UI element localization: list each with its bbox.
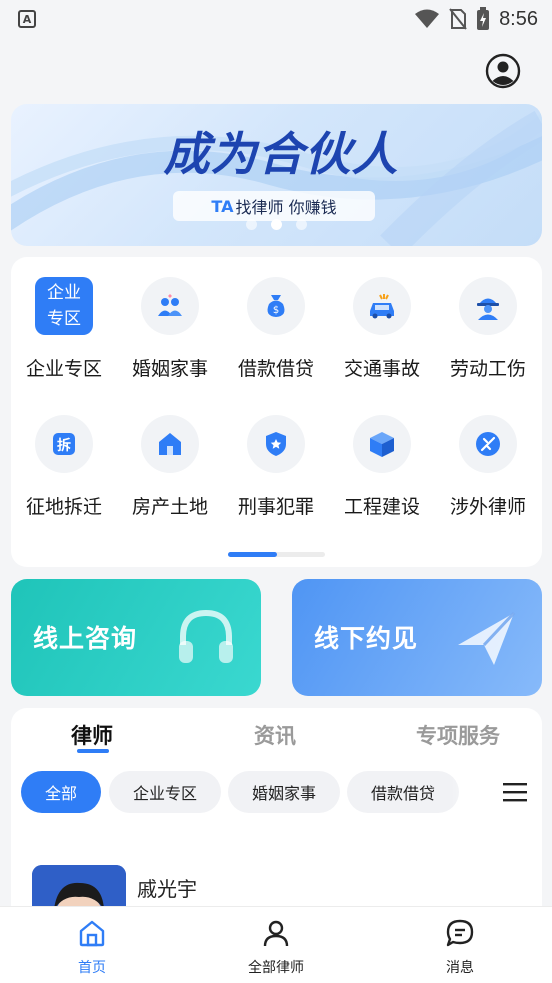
nav-messages[interactable]: 消息	[368, 907, 552, 983]
home-icon	[79, 920, 105, 947]
banner-subtitle-text: 找律师 你赚钱	[235, 198, 337, 217]
menu-icon[interactable]	[501, 778, 529, 806]
enterprise-zone-icon: 企业 专区	[35, 277, 93, 335]
offline-meeting-card[interactable]: 线下约见	[292, 579, 542, 696]
category-enterprise-zone[interactable]: 企业 专区 企业专区	[11, 257, 117, 380]
tab-news[interactable]: 资讯	[254, 720, 296, 750]
user-profile-icon[interactable]	[485, 53, 521, 89]
globe-plane-icon	[459, 415, 517, 473]
tab-special-services[interactable]: 专项服务	[416, 720, 500, 750]
person-icon	[263, 920, 289, 947]
banner-dot[interactable]	[246, 219, 257, 230]
svg-text:拆: 拆	[57, 437, 71, 454]
enterprise-badge-line1: 企业	[47, 283, 81, 303]
category-demolition[interactable]: 拆 征地拆迁	[11, 395, 117, 518]
category-label: 企业专区	[25, 358, 102, 380]
filter-chip-all[interactable]: 全部	[21, 771, 101, 813]
category-construction[interactable]: 工程建设	[329, 395, 435, 518]
category-label: 借款借贷	[237, 358, 314, 380]
category-label: 房产土地	[131, 496, 208, 518]
partner-banner[interactable]: 成为合伙人 TA 找律师 你赚钱	[11, 104, 542, 246]
police-shield-icon	[247, 415, 305, 473]
category-scroll-thumb	[228, 552, 277, 557]
svg-text:$: $	[273, 305, 279, 316]
couple-icon	[141, 277, 199, 335]
money-bag-icon: $	[247, 277, 305, 335]
category-label: 婚姻家事	[131, 358, 208, 380]
demolition-icon: 拆	[35, 415, 93, 473]
category-marriage-family[interactable]: 婚姻家事	[117, 257, 223, 380]
nav-messages-label: 消息	[446, 960, 474, 976]
online-consult-card[interactable]: 线上咨询	[11, 579, 261, 696]
lawyer-name[interactable]: 戚光宇	[137, 873, 197, 902]
house-icon	[141, 415, 199, 473]
category-foreign-lawyer[interactable]: 涉外律师	[435, 395, 541, 518]
category-label: 工程建设	[343, 496, 420, 518]
wifi-icon	[415, 9, 440, 28]
category-label: 征地拆迁	[25, 496, 102, 518]
paper-plane-icon	[458, 611, 516, 665]
category-labor-injury[interactable]: 劳动工伤	[435, 257, 541, 380]
car-crash-icon	[353, 277, 411, 335]
clock: 8:56	[499, 7, 538, 30]
category-loans[interactable]: $ 借款借贷	[223, 257, 329, 380]
category-scroll-indicator	[228, 552, 325, 557]
category-real-estate[interactable]: 房产土地	[117, 395, 223, 518]
cube-icon	[353, 415, 411, 473]
banner-dot[interactable]	[296, 219, 307, 230]
category-label: 交通事故	[343, 358, 420, 380]
battery-charging-icon	[477, 7, 490, 30]
banner-subtitle-prefix: TA	[211, 196, 234, 216]
banner-subtitle: TA 找律师 你赚钱	[173, 191, 375, 221]
category-label: 涉外律师	[449, 496, 526, 518]
banner-dot-active[interactable]	[271, 219, 282, 230]
tab-active-indicator	[77, 749, 109, 753]
status-bar: A 8:56	[0, 0, 552, 38]
worker-helmet-icon	[459, 277, 517, 335]
category-label: 刑事犯罪	[237, 496, 314, 518]
enterprise-badge-line2: 专区	[47, 309, 81, 329]
nav-all-lawyers-label: 全部律师	[248, 960, 304, 976]
app-notification-icon: A	[18, 10, 36, 28]
nav-home-label: 首页	[78, 960, 106, 976]
banner-pagination	[246, 219, 307, 230]
category-grid: 企业 专区 企业专区 婚姻家事 $ 借款借贷 交通事故 劳动工伤 拆 征地拆迁	[11, 257, 542, 567]
headphones-icon	[179, 609, 233, 663]
nav-home[interactable]: 首页	[0, 907, 184, 983]
no-sim-icon	[449, 8, 467, 30]
bottom-navigation: 首页 全部律师 消息	[0, 906, 552, 983]
filter-chip-enterprise[interactable]: 企业专区	[109, 771, 221, 813]
category-criminal[interactable]: 刑事犯罪	[223, 395, 329, 518]
banner-title: 成为合伙人	[163, 127, 399, 181]
online-consult-label: 线上咨询	[33, 624, 138, 653]
filter-chip-loans[interactable]: 借款借贷	[347, 771, 459, 813]
nav-all-lawyers[interactable]: 全部律师	[184, 907, 368, 983]
chat-icon	[446, 919, 474, 947]
tab-lawyers[interactable]: 律师	[71, 720, 113, 750]
category-label: 劳动工伤	[449, 358, 526, 380]
offline-meeting-label: 线下约见	[314, 624, 419, 653]
category-traffic-accident[interactable]: 交通事故	[329, 257, 435, 380]
filter-chip-marriage[interactable]: 婚姻家事	[228, 771, 340, 813]
